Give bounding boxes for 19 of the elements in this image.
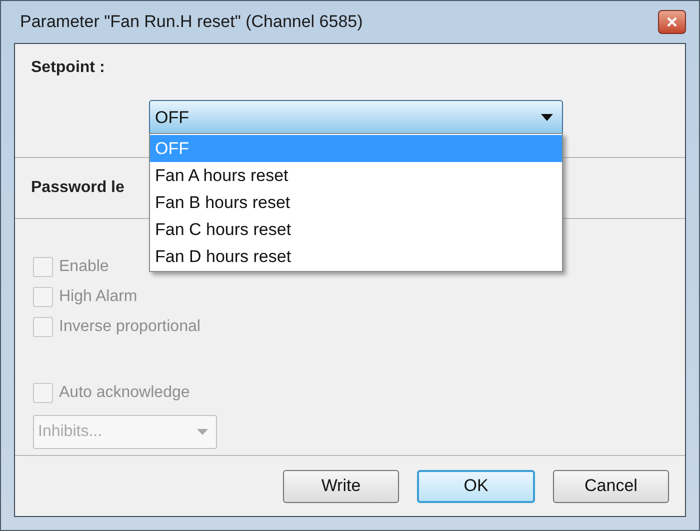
dropdown-option[interactable]: Fan A hours reset — [150, 162, 562, 189]
setpoint-dropdown[interactable]: OFF — [149, 100, 563, 135]
dropdown-option[interactable]: Fan C hours reset — [150, 216, 562, 243]
dropdown-option[interactable]: Fan D hours reset — [150, 243, 562, 270]
setpoint-label: Setpoint : — [31, 58, 106, 78]
close-icon — [667, 17, 677, 27]
checkbox-label: Enable — [59, 257, 109, 277]
window-title: Parameter "Fan Run.H reset" (Channel 6585) — [20, 11, 363, 34]
checkbox-label: Inverse proportional — [59, 317, 200, 337]
dialog-button[interactable]: Write — [283, 470, 399, 502]
close-button[interactable] — [658, 10, 686, 34]
dropdown-option[interactable]: Fan B hours reset — [150, 189, 562, 216]
checkbox-label: Auto acknowledge — [59, 383, 190, 403]
dropdown-arrow-icon — [197, 429, 208, 435]
dialog-button[interactable]: Cancel — [553, 470, 669, 502]
checkbox-label: High Alarm — [59, 287, 138, 307]
password-level-label: Password le — [31, 178, 124, 198]
dialog-button[interactable]: OK — [417, 470, 535, 502]
dropdown-arrow-icon — [541, 114, 553, 121]
